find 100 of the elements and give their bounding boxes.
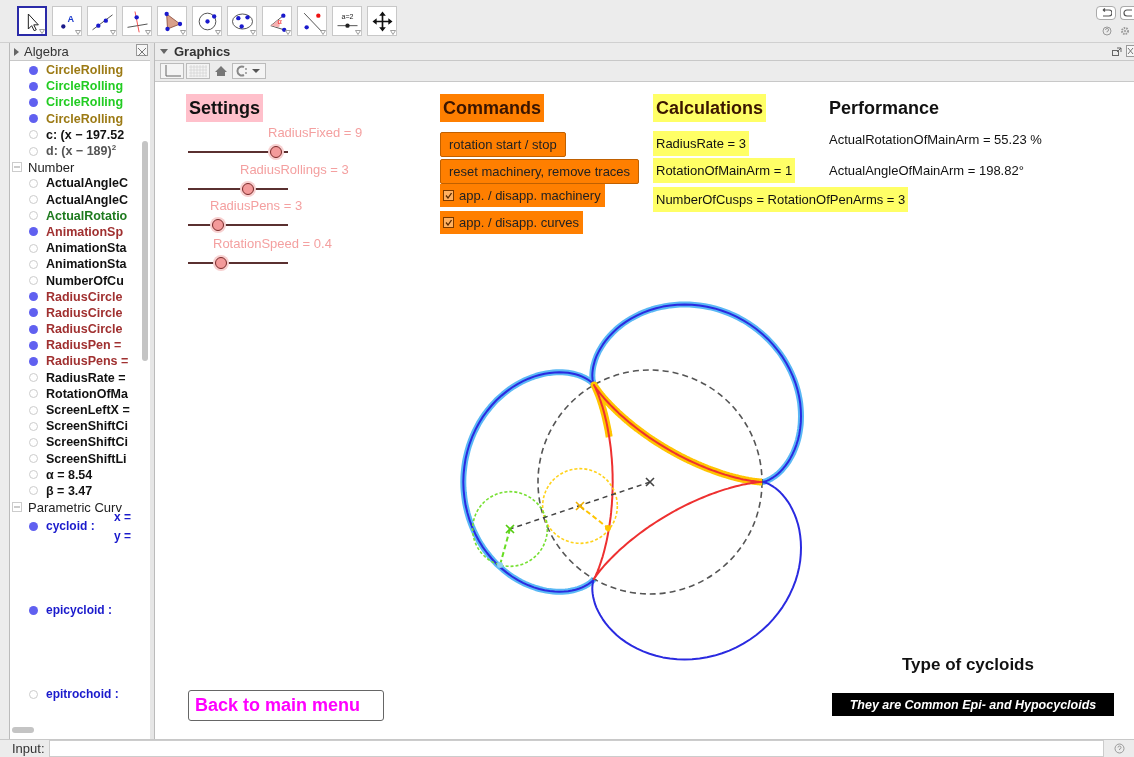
reflect-tool-button[interactable] bbox=[297, 6, 327, 36]
visibility-dot[interactable] bbox=[29, 324, 38, 334]
visibility-dot[interactable] bbox=[29, 356, 38, 366]
object-entry[interactable]: β = 3.47 bbox=[46, 483, 93, 498]
object-entry[interactable]: RadiusPen = bbox=[46, 338, 122, 353]
undock-icon[interactable] bbox=[1112, 46, 1122, 56]
object-entry[interactable]: ScreenShiftCi bbox=[46, 419, 128, 434]
object-entry[interactable]: α = 8.54 bbox=[46, 467, 93, 482]
perpendicular-tool-button[interactable] bbox=[122, 6, 152, 36]
object-entry[interactable]: d: (x − 189)$^{2}$ bbox=[46, 143, 117, 159]
object-entry[interactable]: RadiusCircle bbox=[46, 322, 123, 337]
slider-thumb[interactable] bbox=[270, 146, 282, 158]
collapse-toggle[interactable] bbox=[12, 502, 22, 513]
point-tool-button[interactable]: A bbox=[52, 6, 82, 36]
visibility-dot[interactable] bbox=[29, 454, 38, 464]
visibility-dot[interactable] bbox=[29, 690, 38, 700]
axes-toggle[interactable] bbox=[160, 63, 184, 79]
visibility-dot[interactable] bbox=[29, 243, 38, 253]
slider[interactable] bbox=[188, 218, 288, 232]
checkbox-control[interactable]: app. / disapp. machinery bbox=[440, 184, 605, 207]
visibility-dot[interactable] bbox=[29, 195, 38, 205]
object-entry[interactable]: RotationOfMa bbox=[46, 386, 128, 401]
move-tool-button[interactable] bbox=[17, 6, 47, 36]
object-entry[interactable]: ActualAngleC bbox=[46, 176, 128, 191]
visibility-dot[interactable] bbox=[29, 373, 38, 383]
visibility-dot[interactable] bbox=[29, 259, 38, 269]
scrollbar-thumb[interactable] bbox=[12, 727, 34, 733]
visibility-dot[interactable] bbox=[29, 276, 38, 286]
collapse-toggle[interactable] bbox=[12, 162, 22, 173]
command-button[interactable]: rotation start / stop bbox=[440, 132, 566, 157]
object-entry[interactable]: c: (x − 197.52 bbox=[46, 127, 125, 142]
visibility-dot[interactable] bbox=[29, 292, 38, 302]
command-button[interactable]: reset machinery, remove traces bbox=[440, 159, 640, 184]
object-entry[interactable]: CircleRolling bbox=[46, 111, 124, 126]
visibility-dot[interactable] bbox=[29, 405, 38, 415]
slider-thumb[interactable] bbox=[212, 219, 224, 231]
circle-tool-button[interactable] bbox=[192, 6, 222, 36]
group-header[interactable]: Number bbox=[28, 159, 75, 175]
visibility-dot[interactable] bbox=[29, 470, 38, 480]
help-icon[interactable] bbox=[1102, 26, 1112, 36]
grid-toggle[interactable] bbox=[186, 63, 210, 79]
visibility-dot[interactable] bbox=[29, 97, 38, 107]
slider[interactable] bbox=[188, 145, 288, 159]
slider-thumb[interactable] bbox=[242, 183, 254, 195]
checkbox[interactable] bbox=[443, 217, 454, 228]
settings-icon[interactable] bbox=[1120, 26, 1130, 36]
object-entry[interactable]: AnimationSp bbox=[46, 224, 124, 239]
object-entry[interactable]: AnimationSta bbox=[46, 257, 127, 272]
visibility-dot[interactable] bbox=[29, 65, 38, 75]
checkbox-control[interactable]: app. / disapp. curves bbox=[440, 211, 583, 234]
visibility-dot[interactable] bbox=[29, 114, 38, 124]
line-tool-button[interactable] bbox=[87, 6, 117, 36]
object-entry[interactable]: RadiusCircle bbox=[46, 289, 123, 304]
visibility-dot[interactable] bbox=[29, 178, 38, 188]
object-entry[interactable]: ScreenShiftCi bbox=[46, 435, 128, 450]
visibility-dot[interactable] bbox=[29, 437, 38, 447]
redo-button[interactable] bbox=[1120, 6, 1134, 20]
scrollbar-thumb[interactable] bbox=[142, 141, 148, 361]
visibility-dot[interactable] bbox=[29, 606, 38, 616]
group-header[interactable]: Parametric Curv bbox=[28, 499, 122, 515]
visibility-dot[interactable] bbox=[29, 81, 38, 91]
visibility-dot[interactable] bbox=[29, 146, 38, 156]
slider[interactable] bbox=[188, 182, 288, 196]
object-entry[interactable]: ScreenLeftX = bbox=[46, 403, 130, 418]
object-entry[interactable]: RadiusPens = bbox=[46, 354, 129, 369]
object-entry[interactable]: epitrochoid : bbox=[46, 687, 119, 702]
visibility-dot[interactable] bbox=[29, 130, 38, 140]
visibility-dot[interactable] bbox=[29, 522, 38, 532]
home-icon[interactable] bbox=[214, 65, 228, 77]
object-entry[interactable]: cycloid : bbox=[46, 519, 95, 534]
polygon-tool-button[interactable] bbox=[157, 6, 187, 36]
visibility-dot[interactable] bbox=[29, 227, 38, 237]
input-field[interactable] bbox=[48, 740, 1104, 757]
slider[interactable] bbox=[188, 256, 288, 270]
checkbox[interactable] bbox=[443, 190, 454, 201]
visibility-dot[interactable] bbox=[29, 308, 38, 318]
object-entry[interactable]: epicycloid : bbox=[46, 603, 113, 618]
object-entry[interactable]: RadiusCircle bbox=[46, 305, 123, 320]
undo-button[interactable] bbox=[1096, 6, 1116, 20]
visibility-dot[interactable] bbox=[29, 211, 38, 221]
object-entry[interactable]: NumberOfCu bbox=[46, 273, 124, 288]
visibility-dot[interactable] bbox=[29, 486, 38, 496]
conic-tool-button[interactable] bbox=[227, 6, 257, 36]
move-view-tool-button[interactable] bbox=[367, 6, 397, 36]
visibility-dot[interactable] bbox=[29, 421, 38, 431]
object-entry[interactable]: ScreenShiftLi bbox=[46, 451, 127, 466]
visibility-dot[interactable] bbox=[29, 389, 38, 399]
object-entry[interactable]: RadiusRate = bbox=[46, 370, 126, 385]
point-capture-dropdown[interactable] bbox=[232, 63, 266, 79]
collapse-arrow-icon[interactable] bbox=[160, 49, 168, 54]
object-entry[interactable]: CircleRolling bbox=[46, 63, 124, 78]
visibility-dot[interactable] bbox=[29, 340, 38, 350]
undo-icon bbox=[1100, 8, 1112, 18]
object-entry[interactable]: ActualAngleC bbox=[46, 192, 128, 207]
collapse-arrow-icon[interactable] bbox=[14, 47, 19, 56]
object-entry[interactable]: ActualRotatio bbox=[46, 208, 128, 223]
slider-thumb[interactable] bbox=[215, 257, 227, 269]
close-icon[interactable] bbox=[1126, 45, 1134, 57]
close-button[interactable] bbox=[136, 44, 148, 56]
object-entry[interactable]: AnimationSta bbox=[46, 241, 127, 256]
